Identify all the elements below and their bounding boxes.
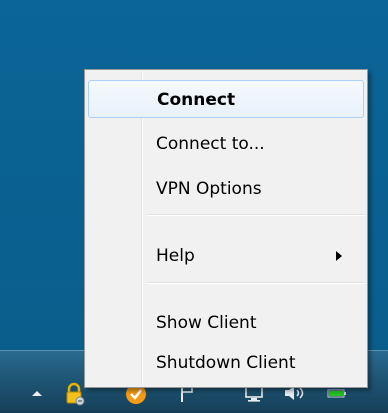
menu-separator — [147, 282, 364, 284]
menu-item-help[interactable]: Help — [88, 237, 364, 275]
show-hidden-icons-arrow-icon[interactable] — [26, 382, 48, 404]
menu-item-label: Connect to... — [156, 134, 265, 154]
menu-item-label: VPN Options — [156, 179, 262, 199]
menu-item-connect[interactable]: Connect — [88, 80, 364, 118]
vpn-lock-icon[interactable] — [63, 382, 85, 406]
menu-item-label: Shutdown Client — [156, 353, 296, 373]
menu-item-vpn-options[interactable]: VPN Options — [88, 170, 364, 208]
menu-item-label: Help — [156, 246, 195, 266]
vpn-context-menu: Connect Connect to... VPN Options Help S… — [84, 69, 368, 388]
menu-item-connect-to[interactable]: Connect to... — [88, 125, 364, 163]
menu-item-label: Show Client — [156, 313, 257, 333]
menu-separator — [147, 214, 364, 216]
submenu-arrow-icon — [336, 251, 342, 261]
menu-item-label: Connect — [157, 90, 236, 110]
menu-item-shutdown-client[interactable]: Shutdown Client — [88, 344, 364, 382]
menu-item-show-client[interactable]: Show Client — [88, 304, 364, 342]
